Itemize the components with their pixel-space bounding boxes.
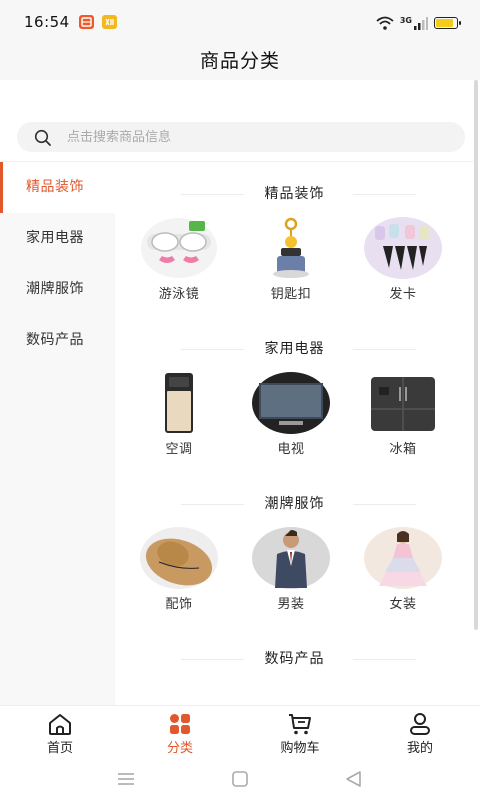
category-item-keychain[interactable]: 钥匙扣 — [241, 210, 341, 302]
section-header: 精品装饰 — [115, 180, 474, 210]
sidebar-item-jingpin[interactable]: 精品装饰 — [0, 162, 115, 213]
section-title: 潮牌服饰 — [264, 496, 325, 512]
search-input[interactable] — [67, 122, 447, 152]
battery-icon — [434, 17, 461, 29]
tab-home[interactable]: 首页 — [0, 710, 120, 756]
page-title: 商品分类 — [199, 50, 280, 72]
section-header: 数码产品 — [115, 645, 474, 675]
category-content: 精品装饰 游泳镜 钥匙扣 发卡 家用电器 空调 电视 冰箱 潮牌服饰 配饰 男装… — [115, 162, 474, 705]
section-header: 潮牌服饰 — [115, 490, 474, 520]
app-notification-icon — [79, 15, 94, 29]
section-title: 精品装饰 — [264, 186, 325, 202]
search-icon — [34, 129, 51, 146]
category-icon — [170, 714, 190, 734]
signal-icon — [414, 17, 428, 30]
category-item-label: 女装 — [389, 597, 417, 612]
hat-image — [140, 527, 218, 589]
tab-label: 我的 — [406, 741, 433, 756]
status-bar: 16:54 3G — [0, 0, 480, 46]
bottom-tab-bar: 首页 分类 购物车 我的 — [0, 705, 480, 757]
keychain-image — [273, 217, 309, 278]
category-item-digital[interactable] — [129, 675, 229, 705]
category-section: 精品装饰 游泳镜 钥匙扣 发卡 — [115, 180, 474, 320]
section-title: 数码产品 — [264, 651, 325, 667]
profile-icon — [410, 713, 430, 735]
app-notification-icon — [102, 15, 117, 29]
tab-profile[interactable]: 我的 — [360, 710, 480, 756]
womenswear-image — [364, 527, 442, 589]
menswear-image — [252, 527, 330, 589]
tab-cart[interactable]: 购物车 — [240, 710, 360, 756]
fridge-image — [371, 377, 435, 431]
scrollbar[interactable] — [474, 80, 478, 630]
home-square-icon[interactable] — [229, 768, 251, 790]
category-item-label: 男装 — [277, 597, 305, 612]
swim-goggles-image — [141, 218, 217, 278]
sidebar-item-appliances[interactable]: 家用电器 — [0, 213, 115, 264]
digital-product-image — [139, 681, 219, 705]
digital-product-image — [251, 681, 331, 705]
battery-level — [436, 19, 453, 27]
sidebar-item-label: 精品装饰 — [26, 179, 84, 195]
category-item-label: 电视 — [277, 442, 305, 457]
category-item-digital[interactable] — [353, 675, 453, 705]
digital-product-image — [363, 681, 443, 705]
category-sidebar: 精品装饰 家用电器 潮牌服饰 数码产品 — [0, 162, 115, 705]
category-item-ac[interactable]: 空调 — [129, 365, 229, 457]
divider — [353, 194, 416, 195]
status-time: 16:54 — [24, 13, 70, 31]
nav-bar: 商品分类 — [0, 46, 480, 80]
section-title: 家用电器 — [264, 341, 325, 357]
divider — [353, 349, 416, 350]
sidebar-item-label: 家用电器 — [26, 230, 84, 246]
tab-label: 购物车 — [280, 741, 320, 756]
tab-label: 分类 — [166, 741, 193, 756]
category-item-accessories[interactable]: 配饰 — [129, 520, 229, 612]
tv-image — [252, 372, 330, 434]
air-conditioner-image — [165, 373, 193, 433]
divider — [353, 504, 416, 505]
category-item-label: 配饰 — [165, 597, 193, 612]
category-item-label: 空调 — [165, 442, 193, 457]
system-nav-bar — [0, 757, 480, 800]
category-item-label: 钥匙扣 — [270, 287, 312, 302]
category-item-womenswear[interactable]: 女装 — [353, 520, 453, 612]
category-section: 家用电器 空调 电视 冰箱 — [115, 335, 474, 475]
menu-icon[interactable] — [115, 768, 137, 790]
category-item-fridge[interactable]: 冰箱 — [353, 365, 453, 457]
category-item-tv[interactable]: 电视 — [241, 365, 341, 457]
back-triangle-icon[interactable] — [343, 768, 365, 790]
tab-category[interactable]: 分类 — [120, 710, 240, 756]
section-header: 家用电器 — [115, 335, 474, 365]
home-icon — [49, 714, 71, 735]
category-section: 潮牌服饰 配饰 男装 女装 — [115, 490, 474, 630]
sidebar-item-digital[interactable]: 数码产品 — [0, 315, 115, 366]
tab-label: 首页 — [46, 741, 73, 756]
search-bar[interactable] — [17, 122, 465, 152]
search-area — [0, 80, 474, 162]
divider — [353, 659, 416, 660]
category-item-label: 冰箱 — [389, 442, 417, 457]
category-item-label: 游泳镜 — [158, 287, 200, 302]
sidebar-item-label: 潮牌服饰 — [26, 281, 84, 297]
cart-icon — [289, 714, 311, 735]
sidebar-item-fashion[interactable]: 潮牌服饰 — [0, 264, 115, 315]
hairclip-image — [364, 217, 442, 279]
category-item-hairclip[interactable]: 发卡 — [353, 210, 453, 302]
network-type-label: 3G — [399, 15, 412, 25]
sidebar-item-label: 数码产品 — [26, 332, 84, 348]
category-item-goggles[interactable]: 游泳镜 — [129, 210, 229, 302]
category-item-menswear[interactable]: 男装 — [241, 520, 341, 612]
category-item-digital[interactable] — [241, 675, 341, 705]
category-section: 数码产品 — [115, 645, 474, 705]
wifi-icon — [376, 16, 394, 30]
category-item-label: 发卡 — [389, 287, 417, 302]
